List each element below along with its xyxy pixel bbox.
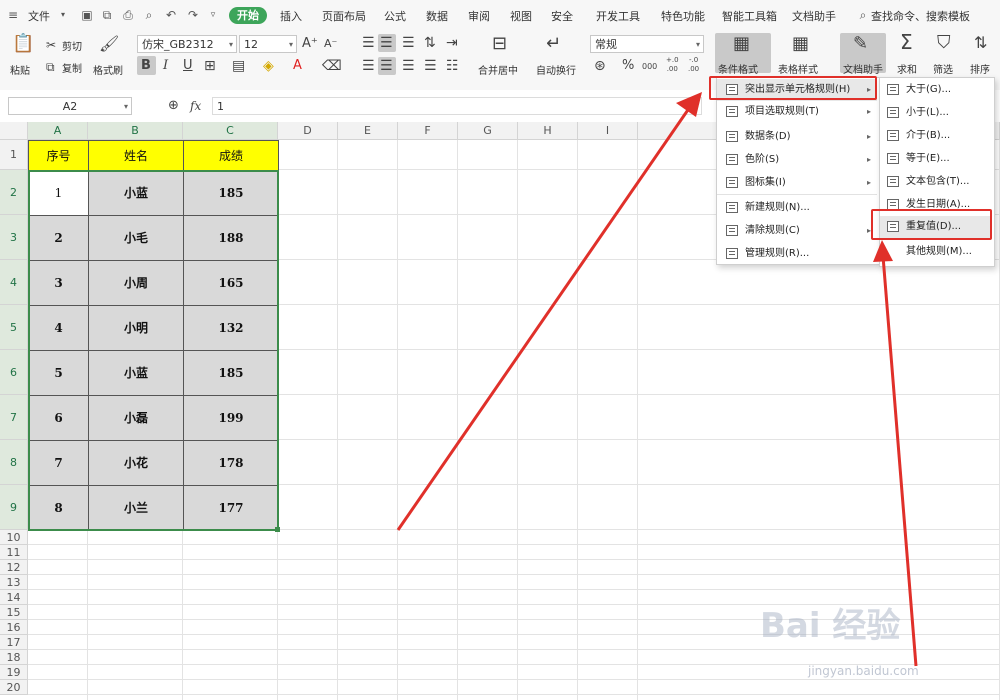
arrowhead-duplicate-value xyxy=(873,240,893,262)
arrow-to-highlight-rules xyxy=(396,103,694,531)
annotation-arrows xyxy=(396,92,918,667)
watermark-brand: Bai 经验 xyxy=(760,606,901,646)
arrowhead-highlight-rules xyxy=(676,92,702,117)
watermark-url: jingyan.baidu.com xyxy=(808,664,919,678)
